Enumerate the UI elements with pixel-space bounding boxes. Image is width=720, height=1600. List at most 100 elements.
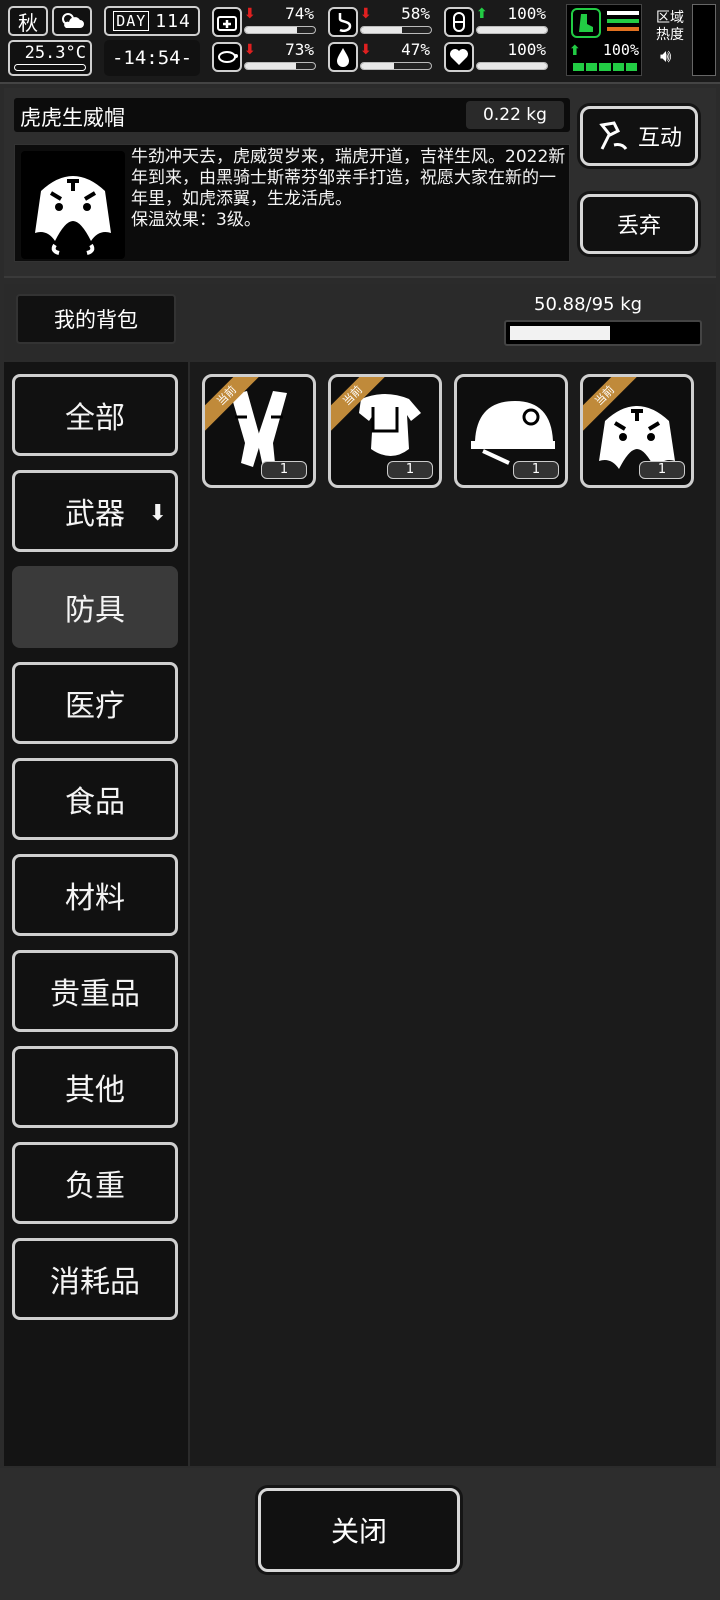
inventory-slot-selected[interactable]: 当前 1 [580,374,694,488]
item-quantity: 1 [513,461,559,479]
zone-heat-line1: 区域 [656,10,684,26]
stamina-line-white [607,11,639,15]
item-quantity: 1 [261,461,307,479]
season-text: 秋 [18,10,38,35]
item-description-box: 牛劲冲天去，虎威贺岁来，瑞虎开道，吉祥生风。2022新年到来，由黑骑士斯蒂芬邹亲… [14,144,570,262]
first-aid-icon [212,7,242,37]
hunger-percent: 58% [401,4,430,23]
discard-label: 丢弃 [616,214,661,239]
item-description-text: 牛劲冲天去，虎威贺岁来，瑞虎开道，吉祥生风。2022新年到来，由黑骑士斯蒂芬邹亲… [131,147,566,209]
category-label: 武器 [65,497,125,532]
item-name: 虎虎生威帽 [20,106,125,130]
temperature-box: 25.3°C [8,40,92,76]
bag-weight-text: 50.88/95 kg [534,294,643,315]
mood-bar [244,62,316,70]
category-label: 防具 [65,593,125,628]
weather-icon [52,6,92,36]
time-text: -14:54- [111,47,193,69]
day-label: DAY [113,11,150,31]
heart-bar [476,62,548,70]
category-sidebar: 全部 武器 ⬇ 防具 医疗 食品 材料 贵重品 其他 负重 消耗品 [4,362,188,1466]
clock: -14:54- [104,40,200,76]
health-percent: 74% [285,4,314,23]
stamina-segment [625,63,638,71]
category-label: 负重 [65,1169,125,1204]
close-button[interactable]: 关闭 [258,1488,460,1572]
category-valuables[interactable]: 贵重品 [12,950,178,1032]
category-other[interactable]: 其他 [12,1046,178,1128]
stamina-percent: 100% [602,41,639,59]
category-label: 消耗品 [50,1265,140,1300]
thirst-percent: 47% [401,40,430,59]
item-description: 牛劲冲天去，虎威贺岁来，瑞虎开道，吉祥生风。2022新年到来，由黑骑士斯蒂芬邹亲… [131,147,567,231]
item-quantity: 1 [639,461,685,479]
category-food[interactable]: 食品 [12,758,178,840]
stamina-segment [612,63,624,71]
zone-heat-label: 区域 热度 [652,10,688,44]
temperature-text: 25.3°C [24,43,86,63]
speaker-icon[interactable]: 🔊︎ [660,46,671,67]
item-name-bar: 虎虎生威帽 0.22 kg [14,98,570,132]
stomach-icon [328,7,358,37]
zone-heat-meter [692,4,716,76]
day-value: 114 [155,10,191,32]
water-drop-icon [328,42,358,72]
category-load[interactable]: 负重 [12,1142,178,1224]
pill-icon [444,7,474,37]
screen: { "status": { "season": "秋", "temperatur… [0,0,720,1600]
category-medical[interactable]: 医疗 [12,662,178,744]
item-quantity: 1 [387,461,433,479]
energy-percent: 100% [507,4,546,23]
category-label: 食品 [65,785,125,820]
discard-button[interactable]: 丢弃 [580,194,698,254]
bag-weight-bar [504,320,702,346]
category-label: 其他 [65,1073,125,1108]
bag-title-text: 我的背包 [54,308,138,332]
bag-header: 我的背包 50.88/95 kg [4,284,716,360]
stamina-segment [573,63,585,71]
item-warmth: 保温效果：3级。 [131,210,261,230]
hunger-bar [360,26,432,34]
category-weapons[interactable]: 武器 ⬇ [12,470,178,552]
inventory-slot[interactable]: 当前 1 [202,374,316,488]
bag-title: 我的背包 [16,294,176,344]
category-all[interactable]: 全部 [12,374,178,456]
stamina-segment [586,63,598,71]
turtle-icon [212,42,242,72]
category-label: 材料 [65,881,125,916]
category-consumables[interactable]: 消耗品 [12,1238,178,1320]
stamina-line-green [607,19,639,23]
tiger-hat-icon [21,151,125,259]
inventory-slot[interactable]: 1 [454,374,568,488]
stamina-line-orange [607,27,639,31]
interact-button[interactable]: 互动 [580,106,698,166]
hammer-hand-icon [599,121,628,150]
category-label: 医疗 [65,689,125,724]
energy-bar [476,26,548,34]
season-badge: 秋 [8,6,48,36]
zone-heat-line2: 热度 [656,27,684,43]
category-label: 贵重品 [50,977,140,1012]
day-counter: DAY 114 [104,6,200,36]
thermometer-icon [14,64,86,71]
category-materials[interactable]: 材料 [12,854,178,936]
category-armor[interactable]: 防具 [12,566,178,648]
item-weight: 0.22 kg [466,101,564,129]
stamina-segments [573,63,638,71]
heart-percent: 100% [507,40,546,59]
heart-icon [444,42,474,72]
thirst-bar [360,62,432,70]
close-label: 关闭 [330,1515,387,1548]
status-bar: 秋 25.3°C DAY 114 -14:54- ⬇ 74% ⬇ 73% ⬇ 5… [0,0,720,84]
stamina-panel: ⬆ 100% [566,4,642,76]
interact-label: 互动 [637,126,682,151]
inventory-slot[interactable]: 当前 1 [328,374,442,488]
item-detail-panel: 虎虎生威帽 0.22 kg 牛劲冲天去，虎威贺岁来，瑞虎开道，吉祥生风。2022… [4,88,716,278]
boot-icon [571,8,601,38]
inventory-grid: 当前 1 当前 1 1 当前 1 [190,362,716,1466]
mood-percent: 73% [285,40,314,59]
arrow-down-icon: ⬇ [148,501,167,526]
category-label: 全部 [65,401,125,436]
health-bar [244,26,316,34]
stamina-segment [599,63,611,71]
